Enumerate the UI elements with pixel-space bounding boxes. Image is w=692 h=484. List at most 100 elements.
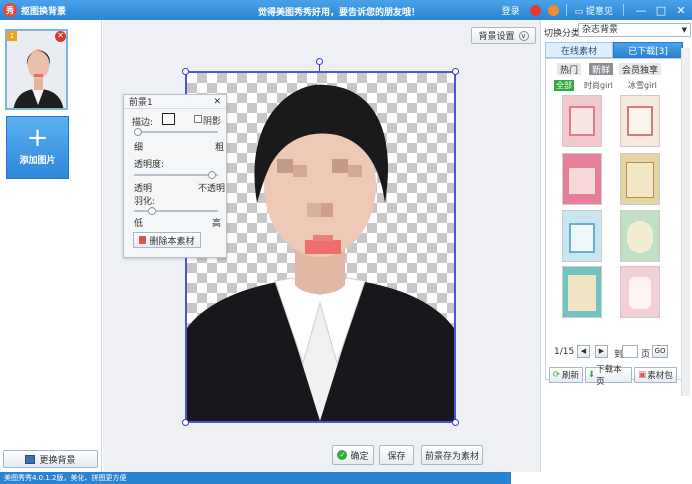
shadow-checkbox[interactable] <box>194 115 202 123</box>
material-thumbnail[interactable] <box>562 95 602 147</box>
opacity-slider-knob[interactable] <box>208 171 216 179</box>
opaque-label: 不透明 <box>198 184 226 194</box>
save-as-material-button[interactable]: 前景存为素材 <box>421 445 483 465</box>
trash-icon <box>139 236 147 244</box>
prev-page-button[interactable]: ◀ <box>577 345 590 358</box>
image-icon <box>25 454 36 464</box>
material-thumbnail[interactable] <box>620 266 660 318</box>
download-page-label: 下载本页 <box>596 365 622 387</box>
subtab-vip[interactable]: 会员独享 <box>619 63 662 76</box>
background-settings-label: 背景设置 <box>478 32 515 42</box>
package-icon: ▣ <box>638 370 647 380</box>
tab-online-materials[interactable]: 在线素材 <box>545 42 613 58</box>
minimize-button[interactable]: — <box>632 2 650 18</box>
plus-icon: + <box>26 123 49 153</box>
panel-title: 前景1 <box>129 98 153 108</box>
chevron-down-icon: ▼ <box>681 26 687 34</box>
switch-category-label: 切换分类 <box>544 29 581 39</box>
add-picture-button[interactable]: + 添加图片 <box>6 116 69 179</box>
chat-icon: ▭ <box>574 6 586 17</box>
delete-material-button[interactable]: 删除本素材 <box>133 232 201 248</box>
portrait-cutout-image <box>187 84 454 421</box>
opacity-slider-track[interactable] <box>134 174 218 176</box>
page-indicator: 1/15 <box>554 347 575 357</box>
material-thumbnail[interactable] <box>620 95 660 147</box>
material-thumbnail[interactable] <box>562 153 602 205</box>
checkmark-icon: ✓ <box>337 450 348 460</box>
portrait-thumbnail-image <box>7 31 66 108</box>
resize-handle-bottom-left[interactable] <box>182 419 189 426</box>
maximize-button[interactable]: □ <box>652 2 670 18</box>
page-suffix: 页 <box>641 350 651 360</box>
download-icon: ⬇ <box>588 370 596 380</box>
status-bar: 美图秀秀4.0.1.2版，美化、拼图更方便 <box>0 472 511 484</box>
category-select[interactable]: 杂志背景 ▼ <box>578 23 691 37</box>
material-panel: 切换分类 杂志背景 ▼ 在线素材 已下载[3] 热门 新鲜 会员独享 全部 时尚… <box>540 20 692 472</box>
background-settings-button[interactable]: 背景设置 v <box>471 27 536 44</box>
material-library: 热门 新鲜 会员独享 全部 时尚girl 冰雪girl 1/15 ◀ ▶ 到 页… <box>545 58 685 387</box>
resize-handle-top-left[interactable] <box>182 68 189 75</box>
category-select-value: 杂志背景 <box>582 25 619 35</box>
slogan-text: 觉得美图秀秀好用，要告诉您的朋友哦！ <box>258 8 421 18</box>
feather-label: 羽化: <box>134 197 156 207</box>
download-page-button[interactable]: ⬇ 下载本页 <box>585 365 632 387</box>
shadow-label: 阴影 <box>203 117 222 127</box>
go-button[interactable]: GO <box>652 345 668 358</box>
category-all[interactable]: 全部 <box>554 80 574 91</box>
refresh-button[interactable]: ⟳ 刷新 <box>549 367 583 383</box>
feather-slider-knob[interactable] <box>148 207 156 215</box>
material-thumbnail[interactable] <box>620 153 660 205</box>
thumbnail-panel: 1 ✕ + 添加图片 更换背景 <box>0 20 102 472</box>
close-icon[interactable]: ✕ <box>213 97 221 107</box>
feedback-link[interactable]: ▭ 提意见 <box>575 4 613 17</box>
confirm-button[interactable]: ✓ 确定 <box>332 445 374 465</box>
stroke-color-swatch[interactable] <box>162 113 175 125</box>
subtab-hot[interactable]: 热门 <box>557 63 582 76</box>
panel-header: 前景1 ✕ <box>124 95 226 109</box>
material-thumbnail[interactable] <box>562 210 602 262</box>
resize-handle-top-right[interactable] <box>452 68 459 75</box>
user-icon[interactable] <box>529 4 541 16</box>
rotate-handle[interactable] <box>316 58 323 65</box>
title-bar: 秀 抠图换背景 觉得美图秀秀好用，要告诉您的朋友哦！ 登录 ▭ 提意见 — □ … <box>0 0 692 20</box>
close-button[interactable]: ✕ <box>672 2 690 18</box>
material-pack-label: 素材包 <box>647 371 673 381</box>
high-label: 高 <box>212 219 222 229</box>
category-ice-girl[interactable]: 冰雪girl <box>628 80 657 91</box>
confirm-label: 确定 <box>350 451 369 462</box>
low-label: 低 <box>134 219 144 229</box>
divider <box>565 4 567 16</box>
divider <box>623 4 624 16</box>
thin-label: 细 <box>134 143 144 153</box>
login-link[interactable]: 登录 <box>502 4 520 17</box>
transparent-label: 透明 <box>134 184 153 194</box>
material-pack-button[interactable]: ▣ 素材包 <box>634 367 677 383</box>
remove-thumbnail-icon[interactable]: ✕ <box>55 31 66 42</box>
refresh-label: 刷新 <box>562 371 580 381</box>
refresh-icon: ⟳ <box>552 370 561 380</box>
add-picture-label: 添加图片 <box>19 156 56 166</box>
chevron-down-icon: v <box>518 30 529 41</box>
photo-thumbnail[interactable]: 1 ✕ <box>5 29 68 110</box>
feather-slider-track[interactable] <box>134 210 218 212</box>
foreground-settings-panel: 前景1 ✕ 描边: 阴影 细 粗 透明度: 透明 不透明 羽化: 低 高 删除本… <box>123 94 227 258</box>
save-button[interactable]: 保存 <box>379 445 414 465</box>
next-page-button[interactable]: ▶ <box>595 345 608 358</box>
stroke-label: 描边: <box>132 118 154 128</box>
app-logo-icon: 秀 <box>3 3 17 17</box>
change-background-button[interactable]: 更换背景 <box>3 450 98 468</box>
category-fashion-girl[interactable]: 时尚girl <box>584 80 613 91</box>
app-title: 抠图换背景 <box>21 6 67 17</box>
weibo-icon[interactable] <box>547 4 559 16</box>
scrollbar[interactable] <box>681 48 690 396</box>
page-number-input[interactable] <box>622 345 638 358</box>
resize-handle-bottom-right[interactable] <box>452 419 459 426</box>
stroke-slider-knob[interactable] <box>134 128 142 136</box>
stroke-slider-track[interactable] <box>134 131 218 133</box>
material-thumbnail[interactable] <box>562 266 602 318</box>
material-thumbnail[interactable] <box>620 210 660 262</box>
status-text: 美图秀秀4.0.1.2版，美化、拼图更方便 <box>4 474 127 482</box>
tab-downloaded[interactable]: 已下载[3] <box>613 42 683 58</box>
thumbnail-number: 1 <box>7 31 17 41</box>
subtab-new[interactable]: 新鲜 <box>589 63 614 76</box>
